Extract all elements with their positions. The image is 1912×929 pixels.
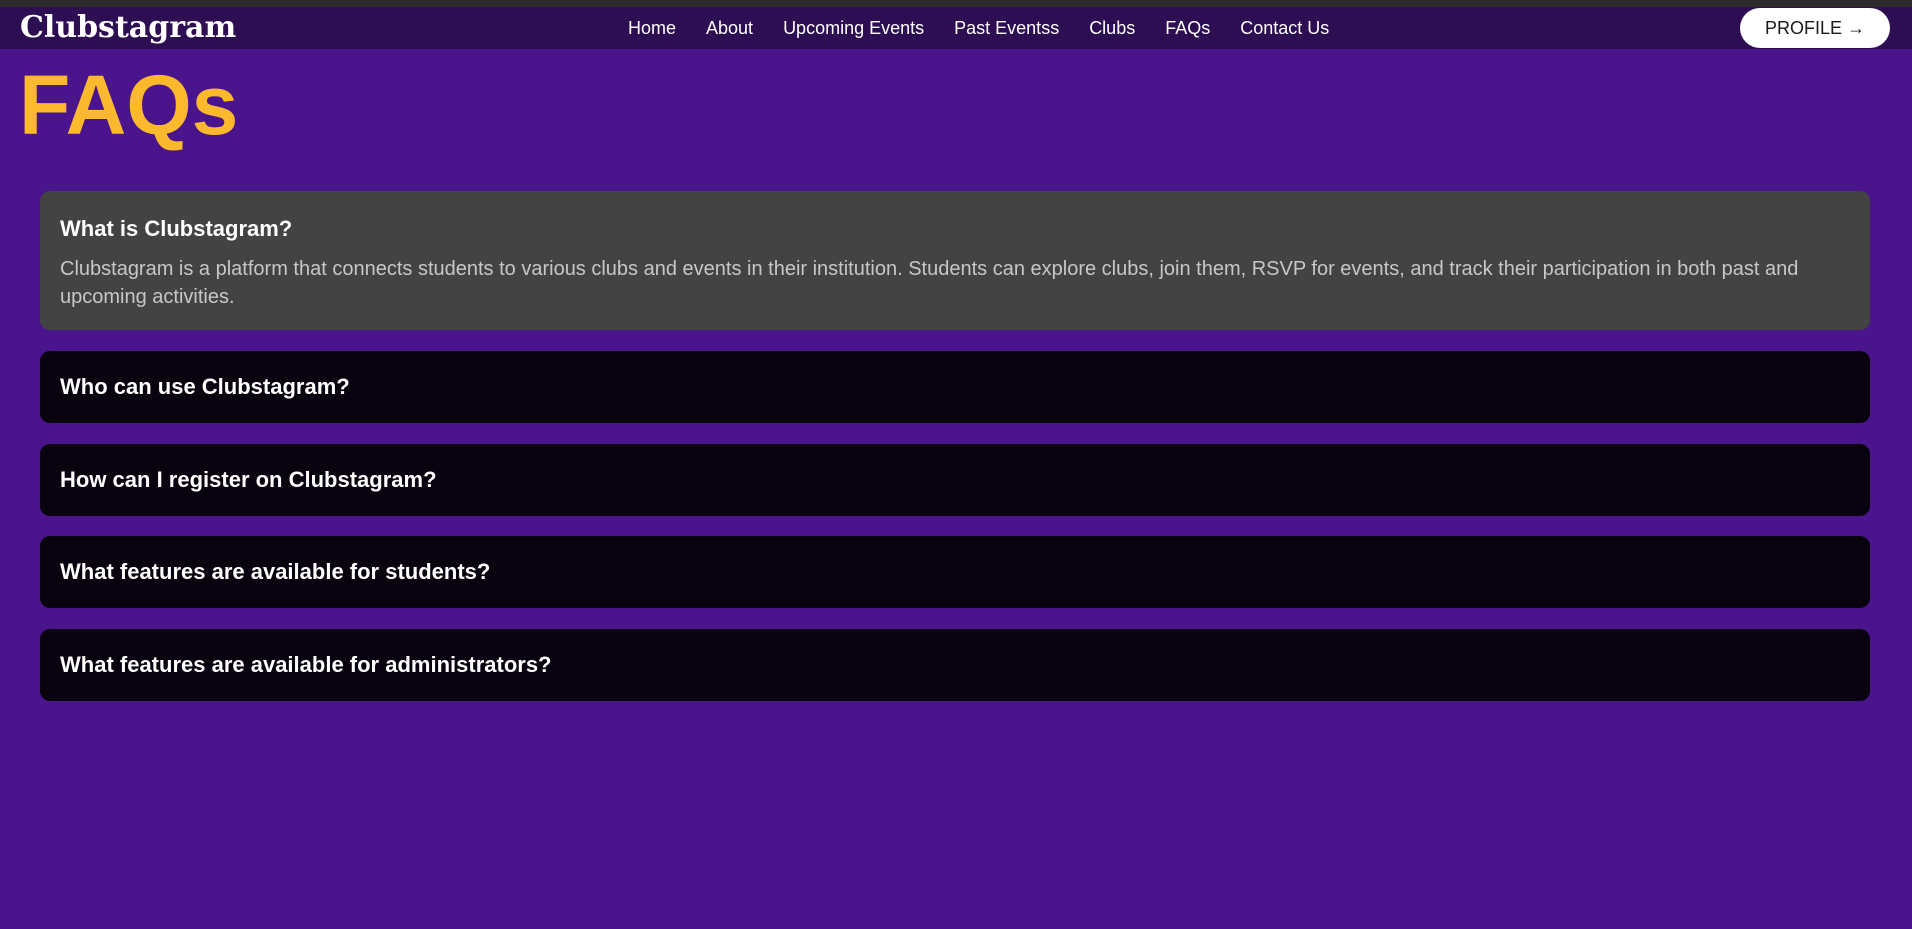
faq-item-how-to-register[interactable]: How can I register on Clubstagram? <box>40 444 1870 516</box>
faq-question[interactable]: Who can use Clubstagram? <box>60 351 1850 423</box>
nav-links: Home About Upcoming Events Past Eventss … <box>628 7 1329 49</box>
faq-item-student-features[interactable]: What features are available for students… <box>40 536 1870 608</box>
window-top-strip <box>0 0 1912 7</box>
nav-link-upcoming-events[interactable]: Upcoming Events <box>783 18 924 39</box>
nav-link-past-events[interactable]: Past Eventss <box>954 18 1059 39</box>
nav-link-faqs[interactable]: FAQs <box>1165 18 1210 39</box>
nav-link-clubs[interactable]: Clubs <box>1089 18 1135 39</box>
navbar: Clubstagram Home About Upcoming Events P… <box>0 7 1912 49</box>
faq-item-who-can-use[interactable]: Who can use Clubstagram? <box>40 351 1870 423</box>
faq-question[interactable]: What is Clubstagram? <box>60 191 1850 242</box>
nav-link-contact-us[interactable]: Contact Us <box>1240 18 1329 39</box>
faq-item-admin-features[interactable]: What features are available for administ… <box>40 629 1870 701</box>
faq-item-what-is-clubstagram[interactable]: What is Clubstagram? Clubstagram is a pl… <box>40 191 1870 330</box>
nav-link-about[interactable]: About <box>706 18 753 39</box>
faq-question[interactable]: How can I register on Clubstagram? <box>60 444 1850 516</box>
faq-question[interactable]: What features are available for administ… <box>60 629 1850 701</box>
nav-link-home[interactable]: Home <box>628 18 676 39</box>
brand-logo[interactable]: Clubstagram <box>20 9 236 47</box>
profile-button[interactable]: PROFILE → <box>1740 8 1890 48</box>
faq-answer: Clubstagram is a platform that connects … <box>60 258 1799 308</box>
page-title: FAQs <box>19 58 239 152</box>
faq-question[interactable]: What features are available for students… <box>60 536 1850 608</box>
